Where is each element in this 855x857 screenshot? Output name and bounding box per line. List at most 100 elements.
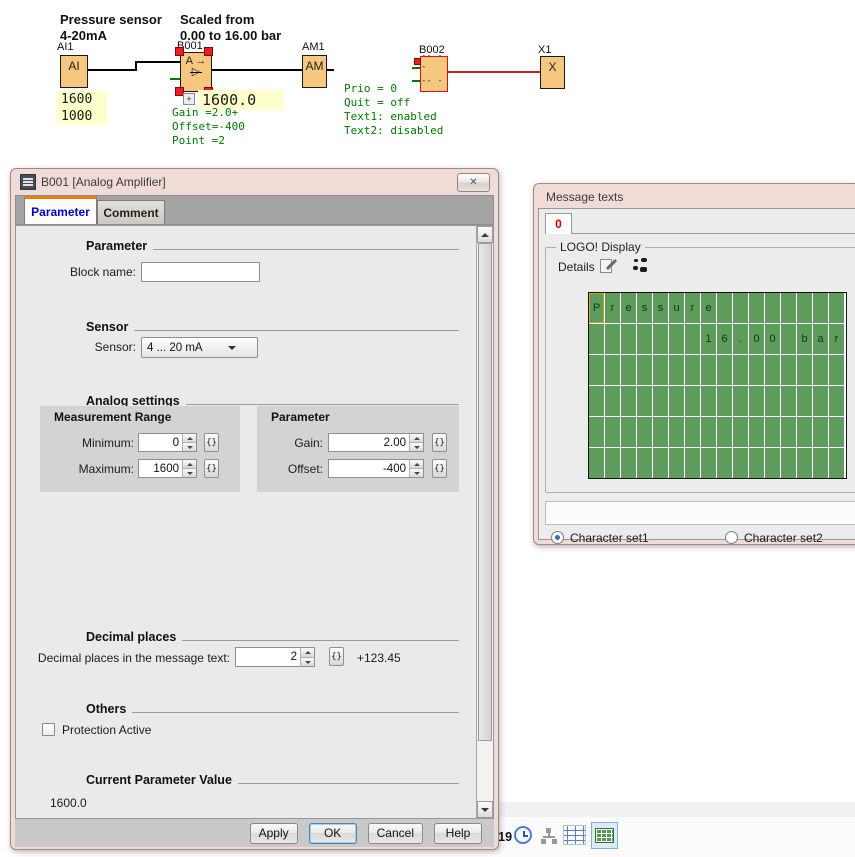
display-cell[interactable] bbox=[813, 355, 828, 385]
display-cell[interactable] bbox=[653, 386, 668, 416]
display-cell[interactable] bbox=[765, 386, 780, 416]
wire-am1-output[interactable] bbox=[326, 69, 334, 71]
display-cell[interactable] bbox=[605, 355, 620, 385]
offset-input[interactable] bbox=[329, 460, 409, 477]
display-cell[interactable] bbox=[605, 417, 620, 447]
display-cell[interactable] bbox=[717, 417, 732, 447]
display-cell[interactable] bbox=[589, 355, 604, 385]
display-cell[interactable] bbox=[605, 448, 620, 478]
message-tab-0[interactable]: 0 bbox=[545, 213, 572, 234]
wire-ai1-b001[interactable] bbox=[87, 69, 137, 71]
display-cell[interactable] bbox=[813, 386, 828, 416]
gain-input[interactable] bbox=[329, 434, 409, 451]
display-cell[interactable] bbox=[669, 355, 684, 385]
clock-icon[interactable] bbox=[514, 826, 532, 844]
display-cell[interactable] bbox=[717, 386, 732, 416]
display-cell[interactable] bbox=[797, 386, 812, 416]
tab-parameter[interactable]: Parameter bbox=[24, 196, 97, 224]
display-cell[interactable] bbox=[733, 386, 748, 416]
display-cell[interactable] bbox=[765, 417, 780, 447]
display-cell[interactable] bbox=[701, 386, 716, 416]
display-cell[interactable]: s bbox=[637, 293, 652, 323]
display-cell[interactable] bbox=[733, 293, 748, 323]
display-cell[interactable] bbox=[781, 355, 796, 385]
display-cell[interactable]: a bbox=[813, 324, 828, 354]
display-cell[interactable] bbox=[797, 417, 812, 447]
display-cell[interactable] bbox=[797, 293, 812, 323]
display-cell[interactable] bbox=[589, 386, 604, 416]
offset-spinner[interactable] bbox=[409, 460, 423, 477]
display-cell[interactable]: r bbox=[605, 293, 620, 323]
network-tree-icon[interactable] bbox=[541, 828, 557, 844]
decimal-places-input[interactable] bbox=[236, 648, 300, 666]
display-cell[interactable]: e bbox=[701, 293, 716, 323]
display-cell[interactable] bbox=[669, 417, 684, 447]
display-cell[interactable] bbox=[749, 386, 764, 416]
display-cell[interactable] bbox=[589, 324, 604, 354]
display-cell[interactable] bbox=[765, 293, 780, 323]
display-cell[interactable] bbox=[589, 417, 604, 447]
display-cell[interactable] bbox=[813, 417, 828, 447]
display-cell[interactable]: u bbox=[669, 293, 684, 323]
block-name-input[interactable] bbox=[142, 263, 259, 281]
maximum-spinner[interactable] bbox=[182, 460, 196, 477]
display-cell[interactable] bbox=[653, 448, 668, 478]
display-cell[interactable] bbox=[701, 355, 716, 385]
display-cell[interactable] bbox=[669, 324, 684, 354]
display-cell[interactable] bbox=[621, 386, 636, 416]
decimal-spinner[interactable] bbox=[300, 648, 314, 666]
character-set1-radio[interactable] bbox=[551, 531, 564, 544]
display-cell[interactable] bbox=[637, 324, 652, 354]
display-cell[interactable] bbox=[797, 448, 812, 478]
maximum-reference-button[interactable]: {} bbox=[204, 459, 219, 478]
display-cell[interactable]: P bbox=[589, 293, 604, 323]
cancel-button[interactable]: Cancel bbox=[368, 823, 423, 844]
display-cell[interactable] bbox=[765, 355, 780, 385]
message-list-area[interactable] bbox=[545, 501, 855, 525]
display-cell[interactable] bbox=[637, 355, 652, 385]
display-cell[interactable] bbox=[685, 386, 700, 416]
sensor-dropdown[interactable]: 4 ... 20 mA bbox=[141, 337, 258, 358]
dialog-scrollbar[interactable] bbox=[476, 226, 493, 818]
apply-button[interactable]: Apply bbox=[250, 823, 298, 844]
display-cell[interactable]: s bbox=[653, 293, 668, 323]
maximum-input[interactable] bbox=[139, 460, 182, 477]
display-cell[interactable] bbox=[685, 417, 700, 447]
expand-parameters-button[interactable]: + bbox=[183, 93, 195, 105]
display-cell[interactable] bbox=[813, 448, 828, 478]
display-cell[interactable]: r bbox=[685, 293, 700, 323]
display-cell[interactable] bbox=[829, 293, 844, 323]
display-cell[interactable] bbox=[749, 417, 764, 447]
display-cell[interactable]: 0 bbox=[749, 324, 764, 354]
display-cell[interactable] bbox=[749, 293, 764, 323]
display-cell[interactable] bbox=[829, 386, 844, 416]
close-button[interactable]: ✕ bbox=[457, 173, 490, 192]
display-cell[interactable] bbox=[829, 448, 844, 478]
scroll-up-button[interactable] bbox=[477, 226, 493, 243]
parameter-table-icon[interactable] bbox=[563, 825, 586, 845]
display-cell[interactable] bbox=[797, 355, 812, 385]
offset-reference-button[interactable]: {} bbox=[432, 459, 447, 478]
display-cell[interactable] bbox=[733, 355, 748, 385]
display-cell[interactable] bbox=[781, 417, 796, 447]
minimum-spinner[interactable] bbox=[182, 434, 196, 451]
display-cell[interactable] bbox=[669, 448, 684, 478]
wire-ai1-b001[interactable] bbox=[135, 61, 181, 63]
display-cell[interactable] bbox=[701, 448, 716, 478]
block-am1[interactable]: AM bbox=[302, 55, 327, 88]
display-cell[interactable] bbox=[653, 324, 668, 354]
message-display-icon[interactable] bbox=[591, 822, 618, 849]
block-x1[interactable]: X bbox=[540, 56, 565, 89]
wire-b001-am1[interactable] bbox=[212, 69, 302, 71]
display-cell[interactable] bbox=[765, 448, 780, 478]
display-cell[interactable] bbox=[621, 355, 636, 385]
display-cell[interactable] bbox=[781, 324, 796, 354]
display-cell[interactable] bbox=[749, 448, 764, 478]
display-cell[interactable]: 6 bbox=[717, 324, 732, 354]
display-cell[interactable] bbox=[733, 417, 748, 447]
display-cell[interactable] bbox=[717, 355, 732, 385]
edit-message-icon[interactable] bbox=[600, 258, 618, 274]
ok-button[interactable]: OK bbox=[309, 823, 357, 844]
selection-handle[interactable] bbox=[175, 47, 184, 56]
display-cell[interactable] bbox=[717, 293, 732, 323]
